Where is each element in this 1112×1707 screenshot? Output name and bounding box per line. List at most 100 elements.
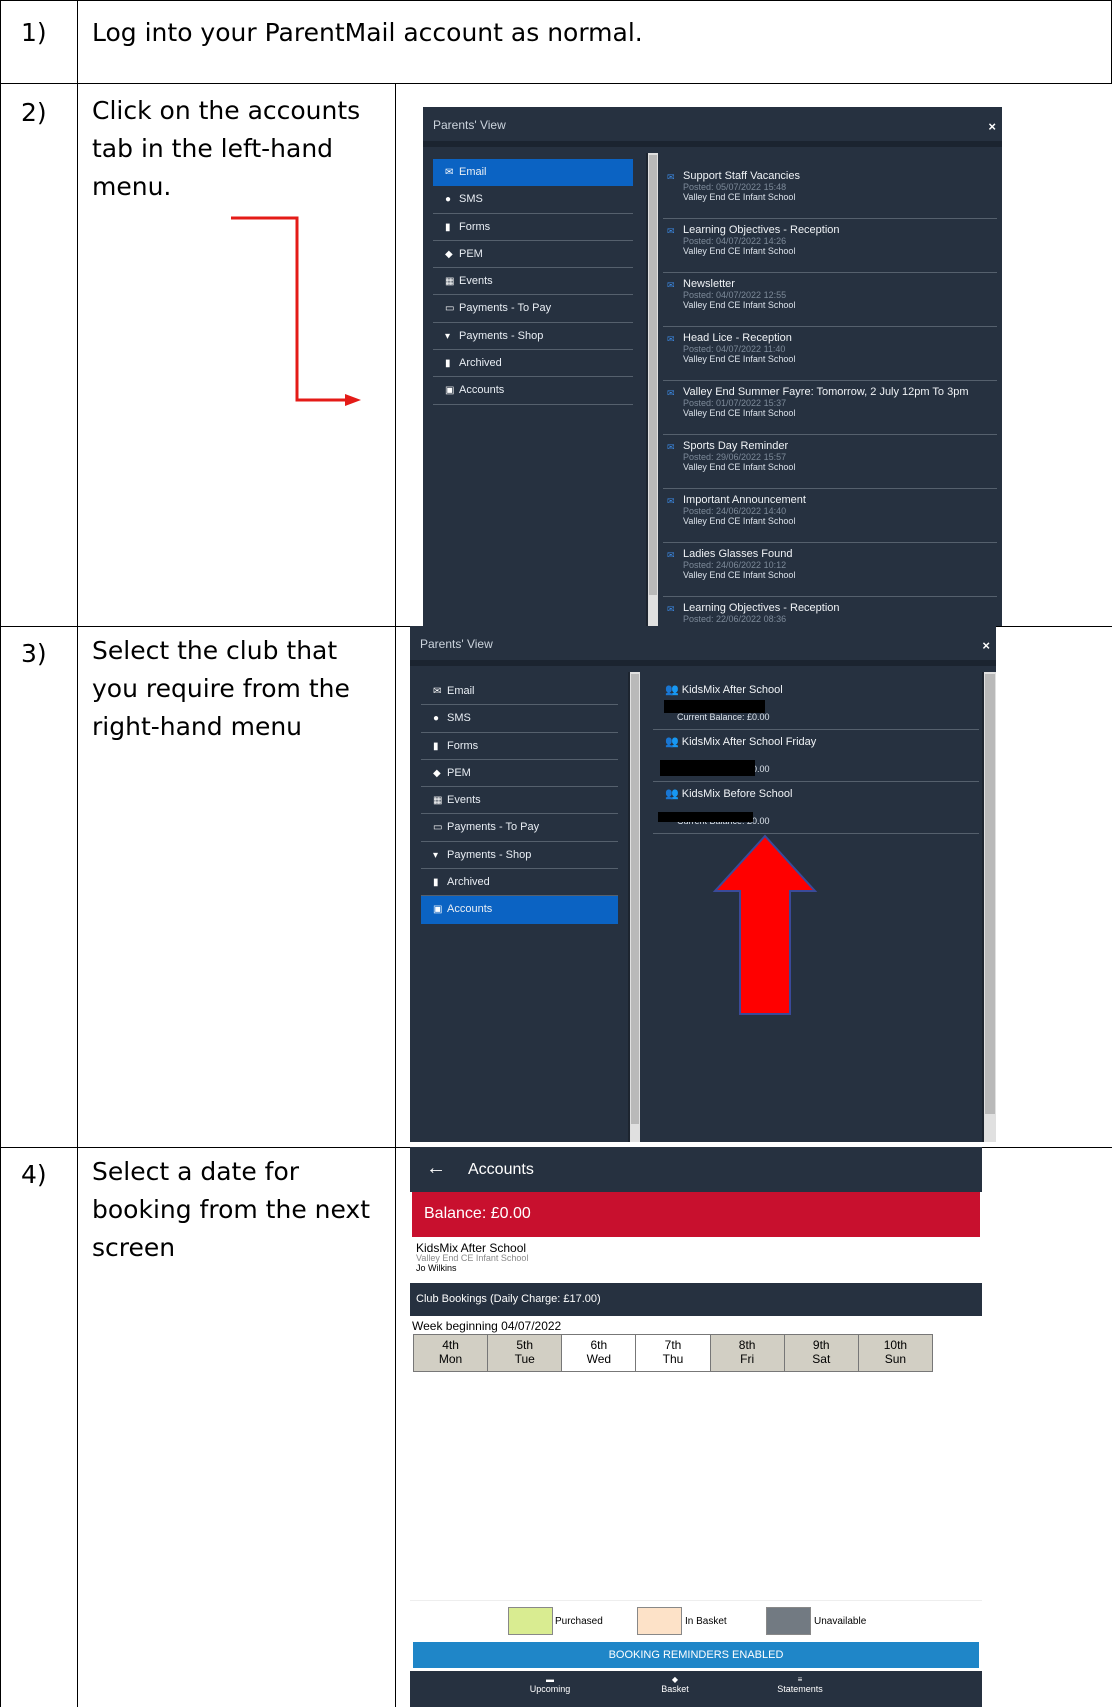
menu-item-sms[interactable]: ● SMS [433,186,633,214]
close-icon[interactable]: × [988,119,996,134]
club-person: Jo Wilkins [416,1263,457,1273]
step-1-number: 1) [21,18,47,47]
panel-header: Parents' View × [410,626,996,666]
envelope-icon: ✉ [667,226,675,236]
trash-icon: ▮ [433,877,439,889]
tab-basket[interactable]: ◆ Basket [635,1675,715,1694]
panel-header: Parents' View × [423,107,1002,147]
legend-swatch-in-basket [637,1607,682,1635]
envelope-icon: ✉ [667,172,675,182]
app-header: ← Accounts [410,1147,982,1192]
menu-item-payments-shop[interactable]: ▾ Payments - Shop [421,842,618,870]
tab-statements[interactable]: ≡ Statements [760,1675,840,1694]
group-icon: 👥 [665,736,679,748]
message-item[interactable]: ✉ Ladies Glasses Found Posted: 24/06/2022 … [663,543,997,597]
club-item[interactable]: 👥 KidsMix Before SchoolCurrent Balance: … [653,782,979,834]
message-item[interactable]: ✉ Support Staff Vacancies Posted: 05/07/20… [663,165,997,219]
left-scrollbar[interactable] [648,153,658,626]
panel-title: Parents' View [433,118,506,132]
right-scrollbar[interactable] [984,672,996,1142]
parents-view-panel-email: Parents' View × ✉ Email ● SMS ▮ Forms ◆ PEM … [423,107,1002,626]
message-item[interactable]: ✉ Learning Objectives - Reception Posted: … [663,597,997,626]
tab-upcoming[interactable]: ▬ Upcoming [510,1675,590,1694]
left-scrollbar[interactable] [630,672,640,1142]
balance-text: Balance: £0.00 [424,1205,531,1222]
accounts-icon: ▣ [445,385,455,397]
envelope-icon: ✉ [433,686,442,697]
left-menu: ✉ Email ● SMS ▮ Forms ◆ PEM ▦ Events ▭ Payment… [433,159,633,405]
menu-item-payments-to-pay[interactable]: ▭ Payments - To Pay [421,814,618,842]
menu-item-pem[interactable]: ◆ PEM [433,241,633,269]
day-cell[interactable]: 8th Fri [710,1335,785,1371]
day-cell[interactable]: 4th Mon [414,1335,489,1371]
calendar-icon: ▬ [546,1675,554,1684]
document-icon: ▮ [433,740,439,752]
menu-item-archived[interactable]: ▮ Archived [421,869,618,897]
menu-item-pem[interactable]: ◆ PEM [421,760,618,788]
message-item[interactable]: ✉ Learning Objectives - Reception Posted: … [663,219,997,273]
red-up-arrow-annotation [712,834,818,1015]
menu-item-forms[interactable]: ▮ Forms [433,214,633,241]
instruction-document: 1) Log into your ParentMail account as n… [0,0,1112,1707]
envelope-icon: ✉ [667,280,675,290]
redaction-bar [658,812,753,822]
club-info: KidsMix After School Valley End CE Infan… [412,1239,980,1275]
booking-reminders-button[interactable]: BOOKING REMINDERS ENABLED [413,1642,979,1668]
message-item[interactable]: ✉ Newsletter Posted: 04/07/2022 12:55 Valle… [663,273,997,327]
menu-item-events[interactable]: ▦ Events [421,787,618,815]
calendar-icon: ▦ [445,276,455,288]
club-school: Valley End CE Infant School [416,1253,529,1263]
menu-item-payments-to-pay[interactable]: ▭ Payments - To Pay [433,295,633,323]
envelope-icon: ✉ [667,604,675,614]
menu-item-forms[interactable]: ▮ Forms [421,733,618,760]
step-4-text: Select a date for booking from the next … [92,1157,371,1262]
basket-icon: ◆ [671,1675,679,1684]
legend-label-in-basket: In Basket [685,1616,727,1627]
money-icon: ▭ [433,822,443,834]
page-title: Accounts [468,1161,534,1178]
trash-icon: ▮ [445,358,451,370]
list-icon: ≡ [797,1675,803,1684]
menu-item-accounts[interactable]: ▣ Accounts [421,896,618,924]
cart-icon: ▾ [433,849,439,861]
legend-label-purchased: Purchased [555,1616,603,1627]
menu-item-payments-shop[interactable]: ▾ Payments - Shop [433,323,633,351]
legend-swatch-purchased [508,1607,553,1635]
day-cell[interactable]: 5th Tue [488,1335,563,1371]
envelope-icon: ✉ [667,388,675,398]
message-item[interactable]: ✉ Valley End Summer Fayre: Tomorrow, 2 Ju… [663,381,997,435]
parents-view-panel-accounts: Parents' View × ✉ Email ● SMS ▮ Forms ◆ PEM … [410,626,996,1142]
envelope-icon: ✉ [667,442,675,452]
close-icon[interactable]: × [982,638,990,653]
menu-item-email[interactable]: ✉ Email [433,159,633,187]
menu-item-email[interactable]: ✉ Email [421,678,618,706]
message-item[interactable]: ✉ Head Lice - Reception Posted: 04/07/2022… [663,327,997,381]
back-arrow-icon[interactable]: ← [426,1157,446,1180]
envelope-icon: ✉ [667,334,675,344]
redaction-bar [664,700,765,713]
step-4-number: 4) [21,1160,47,1189]
balance-banner: Balance: £0.00 [412,1192,980,1237]
legend: Purchased In Basket Unavailable [410,1600,982,1638]
step-3-number: 3) [21,639,47,668]
menu-item-accounts[interactable]: ▣ Accounts [433,377,633,405]
message-item[interactable]: ✉ Important Announcement Posted: 24/06/202… [663,489,997,543]
menu-item-sms[interactable]: ● SMS [421,705,618,733]
menu-item-events[interactable]: ▦ Events [433,268,633,296]
bookings-header: Club Bookings (Daily Charge: £17.00) [410,1283,982,1316]
money-icon: ▭ [445,303,455,315]
left-menu: ✉ Email ● SMS ▮ Forms ◆ PEM ▦ Events ▭ Payment… [421,678,618,924]
day-cell[interactable]: 7th Thu [636,1335,711,1371]
step-2-number: 2) [21,98,47,127]
day-cell[interactable]: 6th Wed [562,1335,637,1371]
accounts-icon: ▣ [433,904,443,916]
bottom-tab-bar: ▬ Upcoming ◆ Basket ≡ Statements [410,1671,982,1707]
document-icon: ▮ [445,221,451,233]
day-cell[interactable]: 9th Sat [784,1335,859,1371]
message-item[interactable]: ✉ Sports Day Reminder Posted: 29/06/2022 1… [663,435,997,489]
day-cell[interactable]: 10th Sun [858,1335,932,1371]
group-icon: 👥 [665,788,679,800]
speech-bubble-icon: ● [445,194,452,206]
menu-item-archived[interactable]: ▮ Archived [433,350,633,378]
envelope-icon: ✉ [667,550,675,560]
